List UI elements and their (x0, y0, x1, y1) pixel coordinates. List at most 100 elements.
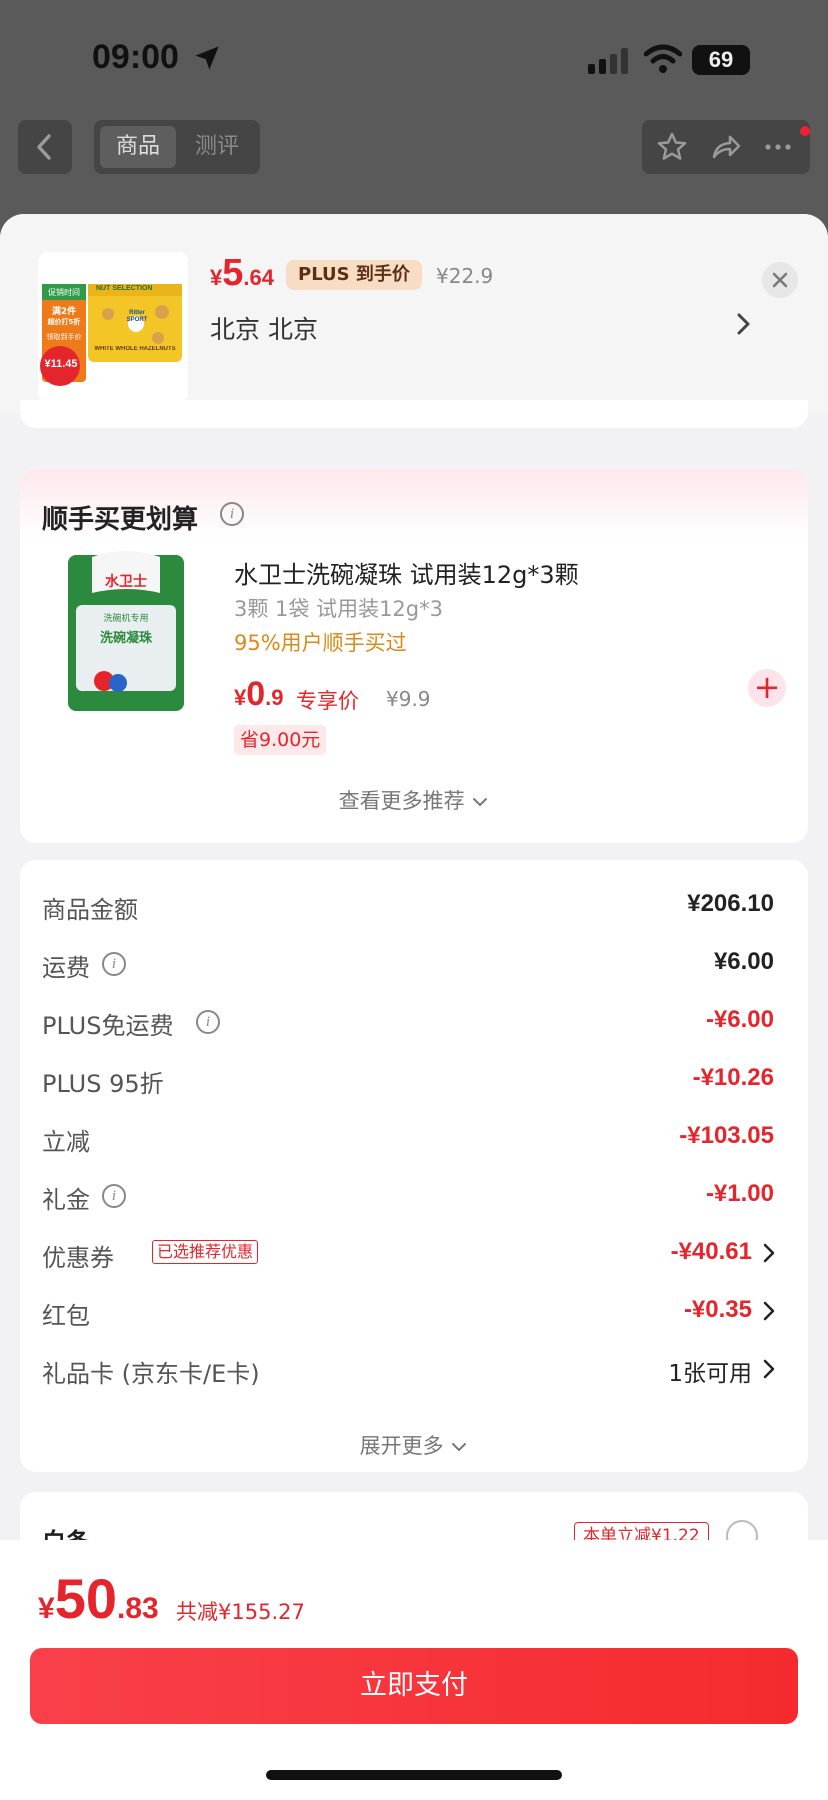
tab-review[interactable]: 测评 (184, 126, 250, 168)
info-icon[interactable]: i (220, 502, 244, 526)
total-currency: ¥ (38, 1592, 55, 1625)
checkout-sheet: NUT SELECTION Ritter SPORT WHITE WHOLE H… (0, 214, 828, 1800)
price-currency: ¥ (210, 265, 223, 290)
total-savings: 共减¥155.27 (176, 1600, 305, 1624)
recommend-item-save-badge: 省9.00元 (234, 725, 327, 755)
info-icon[interactable]: i (102, 952, 126, 976)
star-icon[interactable] (656, 131, 688, 163)
chevron-right-icon[interactable] (762, 1358, 776, 1380)
item-price-integer: 0 (246, 675, 266, 713)
total-decimal: .83 (116, 1592, 159, 1625)
see-more-recommend-link[interactable]: 查看更多推荐 (20, 785, 808, 815)
fee-row-plus-discount: PLUS 95折 -¥10.26 (42, 1058, 774, 1098)
pay-now-button[interactable]: 立即支付 (30, 1648, 798, 1724)
chevron-right-icon[interactable] (762, 1242, 776, 1264)
plus-icon: + (753, 668, 781, 706)
item-price-currency: ¥ (234, 685, 247, 710)
fee-row-plus-free-shipping: PLUS免运费 i -¥6.00 (42, 1000, 774, 1040)
thumb-badge-line-1: 促销时间 (48, 288, 80, 297)
fee-value: -¥1.00 (705, 1180, 774, 1207)
fee-label: PLUS免运费 (42, 1012, 174, 1040)
fee-row-gift-card[interactable]: 礼品卡 (京东卡/E卡) 1张可用 (42, 1348, 776, 1388)
recommend-item-hint: 95%用户顺手买过 (234, 631, 407, 655)
chevron-right-icon[interactable] (762, 1300, 776, 1322)
recommend-title: 顺手买更划算 (42, 505, 199, 535)
fee-value: -¥6.00 (705, 1006, 774, 1033)
cellular-signal-icon (588, 48, 628, 74)
fee-value: 1张可用 (668, 1361, 752, 1387)
recommend-item-image[interactable]: 水卫士 seaways 洗碗机专用 洗碗凝珠 (42, 549, 210, 717)
exclusive-price-label: 专享价 (296, 689, 359, 713)
fee-row-subtotal: 商品金额 ¥206.10 (42, 884, 774, 924)
price-integer: 5 (222, 252, 244, 294)
chevron-left-icon (37, 134, 51, 160)
recommend-item-price: ¥0.9 (234, 675, 284, 714)
battery-indicator: 69 (692, 45, 750, 75)
product-image (38, 252, 188, 402)
recommend-item-spec: 3颗 1袋 试用装12g*3 (234, 597, 443, 621)
total-integer: 50 (54, 1567, 117, 1630)
add-item-button[interactable]: + (748, 669, 786, 707)
fee-label: 立减 (42, 1128, 90, 1156)
chevron-down-icon (473, 798, 488, 807)
info-icon[interactable]: i (196, 1010, 220, 1034)
see-more-label: 查看更多推荐 (338, 789, 465, 813)
pack-sub: 洗碗机专用 (103, 614, 149, 624)
fee-label: 红包 (42, 1302, 90, 1330)
fee-label: 运费 (42, 954, 90, 982)
back-button[interactable] (18, 120, 72, 174)
thumb-pack-name: WHITE WHOLE HAZELNUTS (94, 346, 176, 352)
thumb-badge-line-4: 领取到手价 (46, 333, 82, 341)
info-icon[interactable]: i (102, 1184, 126, 1208)
thumb-badge-price: ¥11.45 (44, 358, 78, 370)
expand-more-link[interactable]: 展开更多 (20, 1430, 808, 1460)
coupon-recommended-tag: 已选推荐优惠 (152, 1240, 259, 1264)
tab-product[interactable]: 商品 (100, 126, 176, 168)
notification-dot (800, 126, 810, 136)
fee-row-gift-money: 礼金 i -¥1.00 (42, 1174, 774, 1214)
fee-label: PLUS 95折 (42, 1070, 164, 1098)
fee-value: ¥206.10 (687, 890, 774, 917)
close-button[interactable] (762, 262, 798, 298)
order-total: ¥50.83 (38, 1566, 159, 1631)
fee-value: -¥0.35 (683, 1296, 752, 1323)
address-card-edge (20, 400, 808, 428)
wifi-icon (644, 44, 682, 73)
fee-row-shipping: 运费 i ¥6.00 (42, 942, 774, 982)
original-price: ¥22.9 (436, 264, 494, 288)
thumb-pack-label: NUT SELECTION (96, 285, 153, 292)
fee-value: ¥6.00 (713, 948, 774, 975)
delivery-location[interactable]: 北京 北京 (210, 310, 318, 346)
chevron-down-icon (452, 1443, 467, 1452)
expand-more-label: 展开更多 (359, 1434, 444, 1458)
status-bar: 09:00 69 (0, 0, 828, 115)
fee-label: 礼金 (42, 1186, 90, 1214)
fee-value: -¥103.05 (679, 1122, 774, 1149)
thumb-pack-brand: Ritter SPORT (126, 310, 148, 323)
home-indicator (266, 1770, 562, 1780)
fee-row-coupon[interactable]: 优惠券 已选推荐优惠 -¥40.61 (42, 1232, 776, 1272)
thumb-badge-line-3: 超价打5折 (47, 318, 81, 326)
checkout-bar: ¥50.83 共减¥155.27 立即支付 (0, 1540, 828, 1800)
chevron-right-icon[interactable] (732, 310, 754, 338)
fee-label: 商品金额 (42, 896, 138, 924)
recommend-item-original-price: ¥9.9 (386, 687, 431, 711)
fee-row-red-packet[interactable]: 红包 -¥0.35 (42, 1290, 776, 1330)
price-decimal: .64 (243, 265, 274, 290)
fee-row-instant-discount: 立减 -¥103.05 (42, 1116, 774, 1156)
pack-name: 洗碗凝珠 (99, 631, 152, 646)
pack-brand-en: seaways (107, 591, 145, 601)
fee-value: -¥10.26 (692, 1064, 774, 1091)
recommend-card: 顺手买更划算 i 水卫士 seaways 洗碗机专用 洗碗凝珠 水卫士洗碗凝珠 … (20, 469, 808, 843)
status-time: 09:00 (92, 38, 179, 76)
item-price-decimal: .9 (265, 685, 284, 710)
recommend-item-name[interactable]: 水卫士洗碗凝珠 试用装12g*3颗 (234, 555, 579, 590)
fee-label: 礼品卡 (京东卡/E卡) (42, 1360, 260, 1388)
thumb-badge-line-2: 满2件 (51, 307, 77, 317)
product-price: ¥5.64 (210, 252, 274, 295)
more-icon[interactable] (762, 131, 794, 163)
fee-label: 优惠券 (42, 1244, 114, 1272)
share-icon[interactable] (710, 131, 742, 163)
plus-price-tag: PLUS 到手价 (286, 260, 422, 290)
fee-value: -¥40.61 (670, 1238, 752, 1265)
